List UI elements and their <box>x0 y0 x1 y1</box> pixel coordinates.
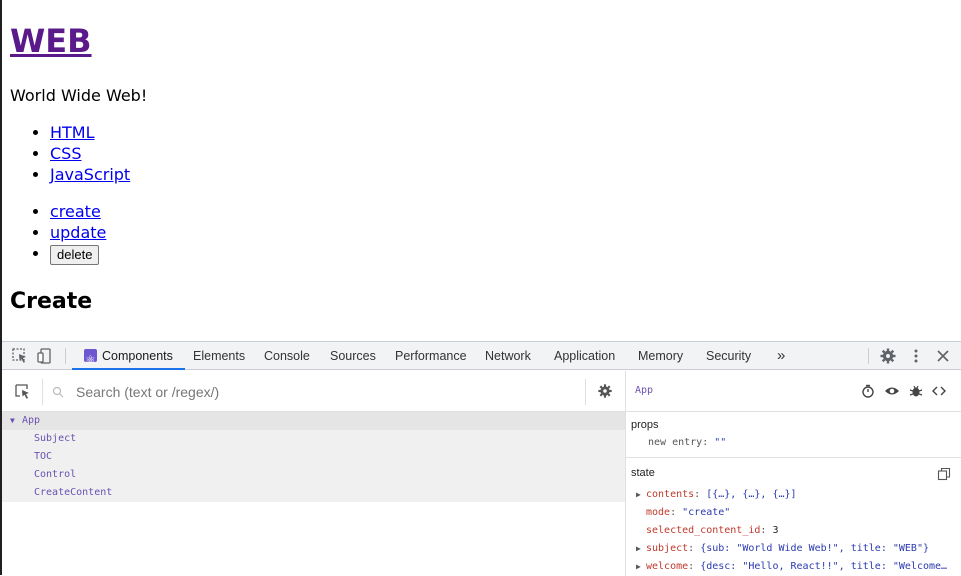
toc-link-html[interactable]: HTML <box>50 123 95 142</box>
rendered-page: WEB World Wide Web! HTML CSS JavaScript … <box>10 0 950 341</box>
tree-row-toc[interactable]: TOC <box>2 448 625 466</box>
control-list: create update delete <box>10 201 106 265</box>
toc-link-css[interactable]: CSS <box>50 144 81 163</box>
state-key: contents <box>646 489 695 500</box>
state-row-subject[interactable]: ▶ subject: {sub: "World Wide Web!", title… <box>626 540 961 558</box>
prop-key: new entry <box>648 437 703 448</box>
selected-component-name: App <box>635 385 654 396</box>
state-value: {sub: "World Wide Web!", title: "WEB"} <box>700 543 929 554</box>
bug-icon[interactable] <box>908 384 924 400</box>
state-key: subject <box>646 543 689 554</box>
tab-label: Components <box>102 349 173 363</box>
state-key: selected_content_id <box>646 525 761 536</box>
tree-row-control[interactable]: Control <box>2 466 625 484</box>
stopwatch-icon[interactable] <box>860 384 876 400</box>
search-input[interactable] <box>74 382 574 402</box>
state-key: welcome <box>646 561 689 572</box>
device-toolbar-icon[interactable] <box>36 347 54 365</box>
title-link[interactable]: WEB <box>10 22 92 60</box>
section-divider <box>626 457 961 458</box>
copy-icon[interactable] <box>937 467 951 481</box>
prop-value[interactable]: "" <box>714 437 726 448</box>
control-item: delete <box>50 243 106 265</box>
devtools-tabbar: Components Elements Console Sources Perf… <box>2 342 961 374</box>
state-row-mode[interactable]: mode: "create" <box>626 504 961 522</box>
react-icon <box>84 346 97 374</box>
state-key: mode <box>646 507 671 518</box>
inspector-header: App <box>626 371 961 412</box>
tab-security[interactable]: Security <box>706 342 751 370</box>
prop-row[interactable]: new entry: "" <box>626 434 961 452</box>
tab-performance[interactable]: Performance <box>395 342 467 370</box>
state-section-title: state <box>631 467 655 479</box>
state-row-welcome[interactable]: ▶ welcome: {desc: "Hello, React!!", title… <box>626 558 961 576</box>
component-search-bar <box>2 371 625 412</box>
delete-button[interactable]: delete <box>50 244 100 265</box>
content-heading: Create <box>10 289 93 314</box>
select-component-icon[interactable] <box>14 383 32 401</box>
component-tree-pane: ▼App Subject TOC Control CreateContent <box>2 371 625 576</box>
state-value: {desc: "Hello, React!!", title: "Welcome… <box>700 561 948 572</box>
control-item: create <box>50 201 106 222</box>
tree-label: App <box>22 415 41 426</box>
tree-row-createcontent[interactable]: CreateContent <box>2 484 625 502</box>
toc-item: JavaScript <box>50 164 130 185</box>
view-source-icon[interactable] <box>931 384 947 400</box>
update-link[interactable]: update <box>50 223 106 242</box>
toolbar-separator <box>868 348 869 364</box>
page-description: World Wide Web! <box>10 86 148 105</box>
component-tree: ▼ App Subject TOC Control CreateContent <box>2 412 625 502</box>
tab-network[interactable]: Network <box>485 342 531 370</box>
settings-gear-icon[interactable] <box>879 347 897 365</box>
devtools-panel: Components Elements Console Sources Perf… <box>2 341 961 576</box>
state-value: [{…}, {…}, {…}] <box>706 489 797 500</box>
search-separator <box>42 379 43 405</box>
settings-gear-icon[interactable] <box>597 383 613 399</box>
tab-components[interactable]: Components <box>72 342 185 374</box>
tab-console[interactable]: Console <box>264 342 310 370</box>
caret-right-icon[interactable]: ▶ <box>636 486 646 504</box>
more-options-icon[interactable] <box>907 347 925 365</box>
toolbar-separator <box>65 348 66 364</box>
state-value[interactable]: "create" <box>682 507 730 518</box>
search-separator <box>585 379 586 405</box>
page-title: WEB <box>10 22 92 60</box>
toc-link-javascript[interactable]: JavaScript <box>50 165 130 184</box>
inspect-element-icon[interactable] <box>11 347 29 365</box>
toc-list: HTML CSS JavaScript <box>10 122 130 185</box>
more-tabs-button[interactable]: » <box>777 342 785 370</box>
tree-row-app[interactable]: ▼ App <box>2 412 625 430</box>
tree-row-subject[interactable]: Subject <box>2 430 625 448</box>
create-link[interactable]: create <box>50 202 101 221</box>
eye-icon[interactable] <box>884 384 900 400</box>
inspector-pane: App props new entry: "" state ▶ contents… <box>625 371 961 576</box>
tab-memory[interactable]: Memory <box>638 342 683 370</box>
state-row-selected-content-id[interactable]: selected_content_id: 3 <box>626 522 961 540</box>
toc-item: CSS <box>50 143 130 164</box>
toc-item: HTML <box>50 122 130 143</box>
tab-elements[interactable]: Elements <box>193 342 245 370</box>
caret-right-icon[interactable]: ▶ <box>636 540 646 558</box>
state-value[interactable]: 3 <box>772 525 778 536</box>
tab-application[interactable]: Application <box>554 342 615 370</box>
close-icon[interactable] <box>934 347 952 365</box>
state-row-contents[interactable]: ▶ contents: [{…}, {…}, {…}] <box>626 486 961 504</box>
control-item: update <box>50 222 106 243</box>
props-section-title: props <box>631 419 659 431</box>
caret-down-icon[interactable]: ▼ <box>10 412 22 430</box>
caret-right-icon[interactable]: ▶ <box>636 558 646 576</box>
tab-sources[interactable]: Sources <box>330 342 376 370</box>
search-icon <box>52 385 64 398</box>
